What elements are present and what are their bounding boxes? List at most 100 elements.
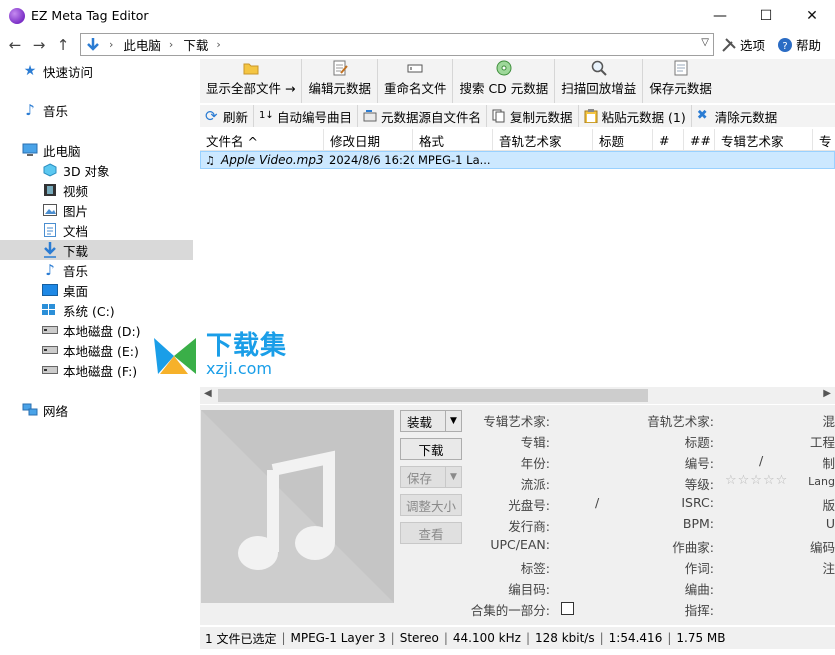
track-number-label: 编号: (684, 456, 714, 471)
year-label: 年份: (520, 456, 550, 471)
lyricist-label: 作词: (684, 561, 714, 576)
show-all-files-button[interactable]: 显示全部文件 → (200, 59, 303, 103)
save-metadata-label: 保存元数据 (649, 81, 712, 96)
dropdown-arrow-icon[interactable]: ▼ (445, 411, 461, 431)
close-button[interactable]: ✕ (789, 0, 835, 31)
search-cd-metadata-button[interactable]: 搜索 CD 元数据 (453, 59, 556, 103)
column-header-track-number[interactable]: # (653, 129, 684, 150)
back-arrow-icon[interactable]: ← (3, 33, 27, 57)
download-cover-button[interactable]: 下载 (400, 438, 462, 460)
column-header-filename[interactable]: 文件名 ^ (200, 129, 324, 150)
drive-icon (42, 322, 58, 338)
clear-metadata-button[interactable]: ✖ 清除元数据 (692, 105, 783, 127)
column-header-modified-date[interactable]: 修改日期 (324, 129, 413, 150)
sidebar-item-pictures[interactable]: 图片 (0, 200, 193, 220)
column-header-format[interactable]: 格式 (413, 129, 493, 150)
sidebar-item-label: 音乐 (63, 263, 89, 279)
filename-icon (363, 110, 377, 122)
chevron-down-icon[interactable]: ▽ (701, 37, 709, 48)
sidebar-item-this-pc[interactable]: 此电脑 (0, 140, 193, 160)
show-all-files-label: 显示全部文件 → (206, 81, 296, 96)
column-header-album[interactable]: 专 (813, 129, 835, 150)
sidebar-item-documents[interactable]: 文档 (0, 220, 193, 240)
sidebar-item-label: 下载 (63, 243, 89, 259)
auto-number-tracks-button[interactable]: 1↓ 自动编号曲目 (254, 105, 359, 127)
minimize-button[interactable]: — (697, 0, 743, 31)
music-note-icon: ♪ (25, 101, 35, 119)
desktop-icon (42, 282, 58, 298)
scroll-right-icon[interactable]: ▶ (823, 388, 831, 399)
resize-cover-label: 调整大小 (405, 498, 456, 514)
arranger-label: 编曲: (684, 582, 714, 597)
rename-file-label: 重命名文件 (383, 81, 447, 96)
watermark-title: 下载集 (206, 331, 288, 361)
resize-cover-button[interactable]: 调整大小 (400, 494, 462, 516)
file-date-cell: 2024/8/6 16:20 (329, 153, 414, 167)
sidebar-item-label: 图片 (63, 203, 89, 219)
film-icon (42, 182, 58, 198)
disc-number-separator: / (595, 495, 600, 510)
clipped-field-label: 工程 (809, 435, 835, 450)
status-sample-rate: 44.100 kHz (452, 631, 521, 645)
column-header-title[interactable]: 标题 (593, 129, 653, 150)
breadcrumb-this-pc[interactable]: 此电脑 (123, 35, 161, 54)
secondary-toolbar: ⟳ 刷新 1↓ 自动编号曲目 元数据源自文件名 复制元数据 粘贴元数据 (1) … (200, 105, 835, 127)
album-cover (201, 410, 394, 603)
metadata-from-filename-button[interactable]: 元数据源自文件名 (358, 105, 488, 127)
view-cover-button[interactable]: 查看 (400, 522, 462, 544)
paste-metadata-button[interactable]: 粘贴元数据 (1) (579, 105, 692, 127)
options-label: 选项 (740, 38, 766, 53)
up-arrow-icon[interactable]: ↑ (51, 33, 75, 57)
sidebar-item-label: 3D 对象 (63, 163, 110, 179)
sidebar-item-videos[interactable]: 视频 (0, 180, 193, 200)
sidebar-item-desktop[interactable]: 桌面 (0, 280, 193, 300)
sidebar-item-label: 本地磁盘 (E:) (63, 343, 139, 359)
sidebar-item-music[interactable]: ♪ 音乐 (0, 100, 193, 120)
save-cover-button[interactable]: 保存 ▼ (400, 466, 462, 488)
save-metadata-button[interactable]: 保存元数据 (643, 59, 718, 103)
edit-metadata-button[interactable]: 编辑元数据 (302, 59, 378, 103)
address-field[interactable]: › 此电脑 › 下载 › ▽ (80, 33, 714, 56)
clear-x-icon: ✖ (696, 108, 708, 123)
options-button[interactable]: 选项 (721, 35, 765, 54)
breadcrumb-downloads[interactable]: 下载 (183, 35, 208, 54)
sidebar-item-drive-c[interactable]: 系统 (C:) (0, 300, 193, 320)
column-header-disc-number[interactable]: ## (684, 129, 715, 150)
refresh-button[interactable]: ⟳ 刷新 (200, 105, 255, 127)
sidebar-item-quick-access[interactable]: ★ 快速访问 (0, 61, 193, 81)
refresh-icon: ⟳ (205, 107, 218, 125)
load-cover-button[interactable]: 装载 ▼ (400, 410, 462, 432)
help-button[interactable]: ? 帮助 (777, 35, 821, 54)
copy-metadata-button[interactable]: 复制元数据 (487, 105, 579, 127)
status-channels: Stereo (399, 631, 439, 645)
table-row[interactable]: ♫ Apple Video.mp3 2024/8/6 16:20 MPEG-1 … (200, 151, 835, 169)
scrollbar-thumb[interactable] (218, 389, 648, 402)
column-header-track-artist[interactable]: 音轨艺术家 (493, 129, 593, 150)
help-label: 帮助 (796, 38, 822, 53)
sidebar-item-network[interactable]: 网络 (0, 400, 193, 420)
compilation-checkbox[interactable] (561, 602, 574, 615)
clipped-field-label: Lang (808, 475, 835, 488)
status-bar: 1 文件已选定 | MPEG-1 Layer 3 | Stereo | 44.100 … (200, 627, 835, 649)
forward-arrow-icon[interactable]: → (27, 33, 51, 57)
composer-label: 作曲家: (672, 540, 714, 555)
load-cover-label: 装载 (407, 414, 433, 430)
dropdown-arrow-icon[interactable]: ▼ (445, 467, 461, 487)
network-icon (22, 402, 38, 418)
maximize-button[interactable]: ☐ (743, 0, 789, 31)
file-name-cell: Apple Video.mp3 (221, 153, 324, 167)
horizontal-scrollbar[interactable]: ◀ ▶ (200, 387, 835, 404)
rating-stars[interactable]: ☆☆☆☆☆ (725, 473, 788, 488)
scroll-left-icon[interactable]: ◀ (204, 388, 212, 399)
clipped-field-label: 注 (822, 561, 835, 576)
sidebar-item-music-pc[interactable]: ♪ 音乐 (0, 260, 193, 280)
sidebar-item-downloads[interactable]: 下载 (0, 240, 193, 260)
audio-file-icon: ♫ (205, 153, 215, 167)
rename-file-button[interactable]: 重命名文件 (378, 59, 454, 103)
scan-replay-gain-button[interactable]: 扫描回放增益 (555, 59, 644, 103)
sidebar-item-3d-objects[interactable]: 3D 对象 (0, 160, 193, 180)
download-arrow-icon (42, 242, 58, 258)
column-header-album-artist[interactable]: 专辑艺术家 (715, 129, 813, 150)
compilation-label: 合集的一部分: (470, 603, 550, 618)
metadata-detail-panel: 装载 ▼ 下载 保存 ▼ 调整大小 查看 专辑艺术家: 专辑: 年份: 流派: … (200, 405, 835, 625)
